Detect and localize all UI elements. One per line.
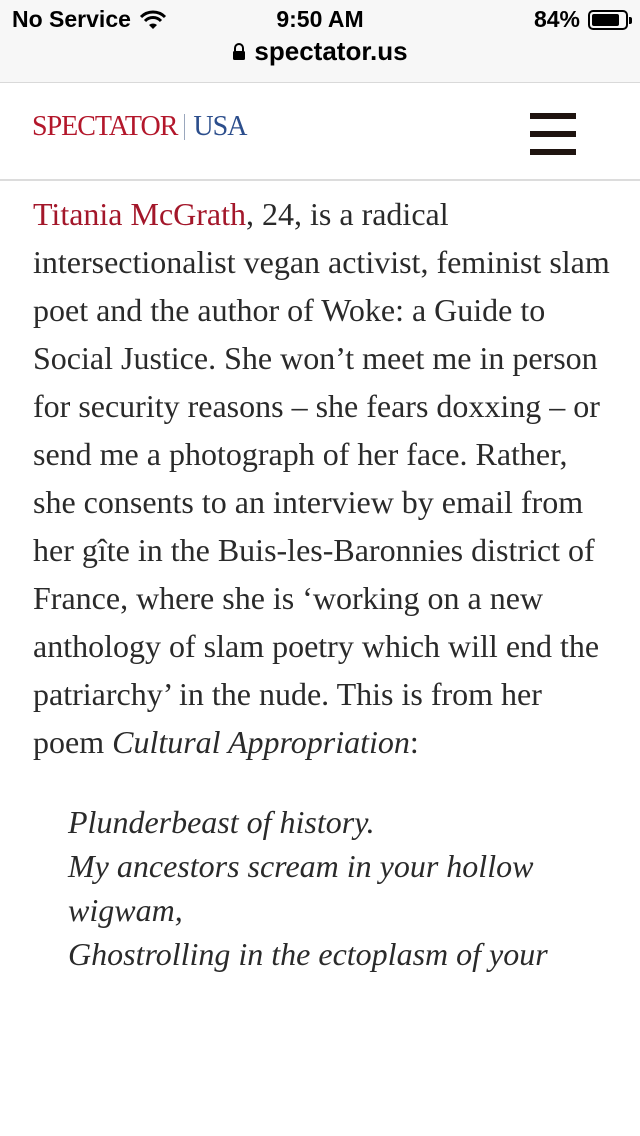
battery-cap [629,16,632,24]
poem-blockquote: Plunderbeast of history. My ancestors sc… [33,800,613,976]
logo-divider [184,114,186,140]
battery-level-fill [592,13,619,26]
poem-line: Ghostrolling in the ectoplasm of your [68,936,548,972]
battery-indicator: 84% [533,6,632,33]
author-link[interactable]: Titania McGrath [33,196,246,232]
article-paragraph: Titania McGrath, 24, is a radical inters… [33,190,613,766]
battery-icon [588,9,632,30]
logo-spectator: SPECTATOR [32,111,178,142]
url-text: spectator.us [254,36,408,66]
hamburger-menu-icon[interactable] [530,113,576,155]
poem-line: Plunderbeast of history. [68,804,375,840]
menu-bar-bottom [530,149,576,155]
paragraph-text: , 24, is a radical intersectionalist veg… [33,196,610,760]
article-body: Titania McGrath, 24, is a radical inters… [33,190,613,976]
site-logo[interactable]: SPECTATOR USA [32,111,247,143]
poem-title: Cultural Appropriation [112,724,410,760]
address-bar[interactable]: spectator.us [0,36,640,67]
menu-bar-top [530,113,576,119]
logo-usa: USA [193,111,247,142]
site-header: SPECTATOR USA [0,83,640,181]
poem-line: My ancestors scream in your hollow wigwa… [68,848,534,928]
status-bar: No Service 9:50 AM 84% spectator.us [0,0,640,83]
lock-icon [233,42,246,60]
menu-bar-middle [530,131,576,137]
battery-percent: 84% [533,6,580,32]
poem-title-suffix: : [409,724,419,760]
